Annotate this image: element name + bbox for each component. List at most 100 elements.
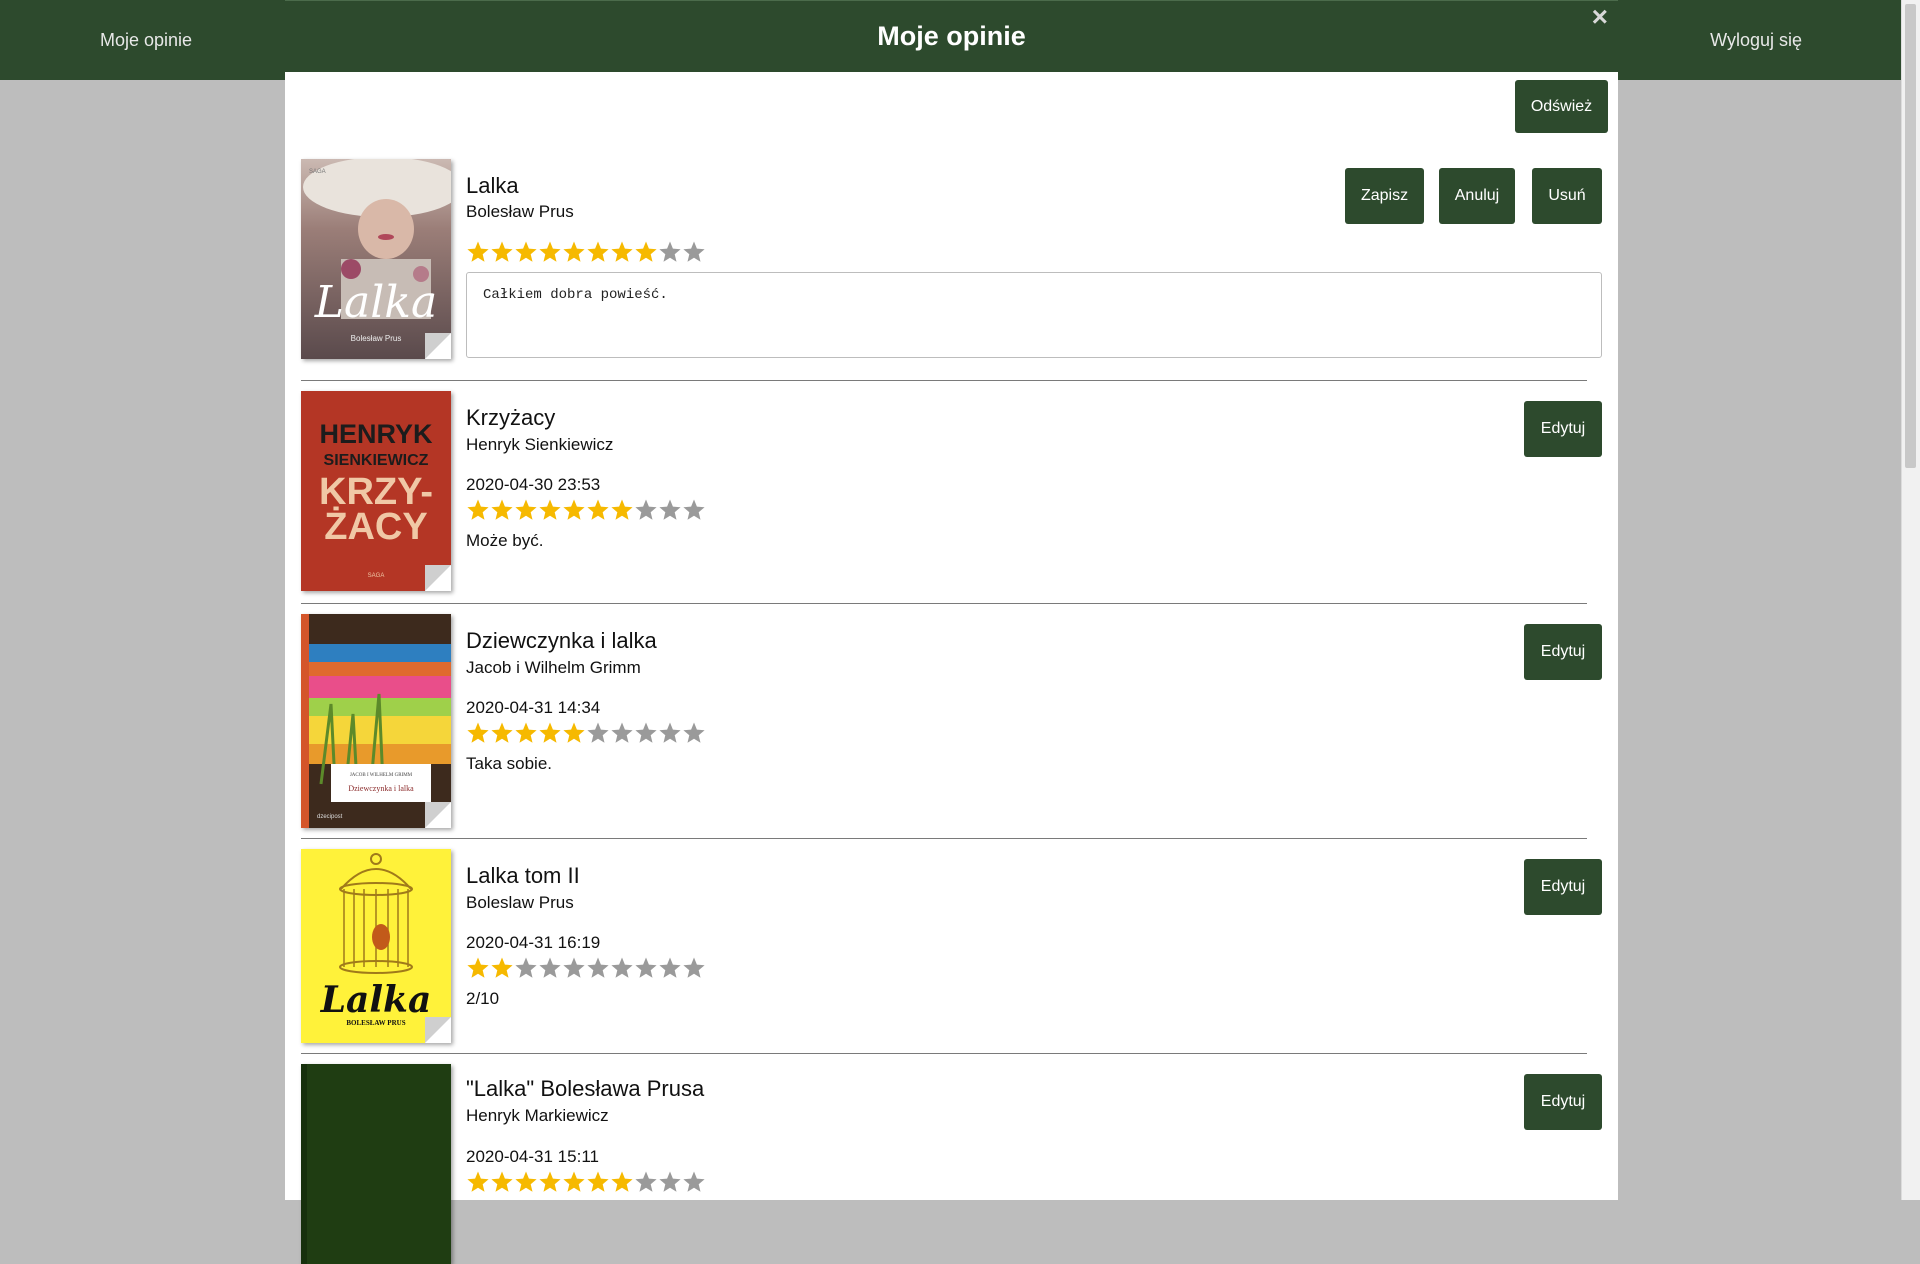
review-text: 2/10 [466,989,500,1008]
star-empty-icon [587,957,609,978]
star-empty-icon[interactable] [658,240,682,264]
close-icon[interactable]: × [1592,3,1608,31]
cover-krzyzacy-image: HENRYK SIENKIEWICZ KRZY- ŻACY SAGA [301,391,451,591]
edit-button[interactable]: Edytuj [1524,401,1602,457]
star-filled-icon[interactable] [562,240,586,264]
star-filled-icon [491,499,513,520]
star-empty-icon [539,957,561,978]
star-rating [466,956,706,982]
book-cover [301,1064,451,1264]
review-item: Lalka BOLESŁAW PRUS tom I Lalka tom II B… [301,839,1602,1054]
book-author: Bolesław Prus [466,202,574,221]
star-empty-icon [659,1171,681,1192]
review-date: 2020-04-31 15:11 [466,1147,599,1166]
star-filled-icon [515,1171,537,1192]
star-filled-icon [515,499,537,520]
svg-text:JACOB I WILHELM GRIMM: JACOB I WILHELM GRIMM [350,773,413,778]
star-empty-icon [635,957,657,978]
star-filled-icon [491,722,513,743]
star-filled-icon [539,499,561,520]
star-filled-icon[interactable] [586,240,610,264]
review-text-input[interactable]: Całkiem dobra powieść. [466,272,1602,358]
star-empty-icon [659,499,681,520]
book-cover: Lalka BOLESŁAW PRUS tom I [301,849,451,1043]
cancel-button[interactable]: Anuluj [1439,168,1515,224]
book-title: Lalka [466,173,519,198]
book-title: "Lalka" Bolesława Prusa [466,1076,705,1101]
star-empty-icon [515,957,537,978]
star-filled-icon [515,722,537,743]
review-date: 2020-04-31 14:34 [466,698,601,717]
cover-markiewicz-image [301,1064,451,1264]
star-filled-icon [563,1171,585,1192]
svg-text:Lalka: Lalka [320,979,432,1021]
star-filled-icon[interactable] [634,240,658,264]
edit-button[interactable]: Edytuj [1524,624,1602,680]
star-filled-icon [467,499,489,520]
book-author: Henryk Markiewicz [466,1106,609,1125]
svg-text:ŻACY: ŻACY [324,506,427,548]
edit-button[interactable]: Edytuj [1524,859,1602,915]
star-filled-icon [563,499,585,520]
star-filled-icon[interactable] [490,240,514,264]
book-author: Jacob i Wilhelm Grimm [466,658,641,677]
nav-my-reviews[interactable]: Moje opinie [100,0,192,80]
svg-text:BOLESŁAW PRUS: BOLESŁAW PRUS [346,1019,405,1027]
book-title: Krzyżacy [466,405,556,430]
svg-text:Dziewczynka i lalka: Dziewczynka i lalka [348,784,414,793]
svg-text:HENRYK: HENRYK [319,419,433,449]
star-filled-icon [539,722,561,743]
star-empty-icon [611,957,633,978]
star-rating [466,721,706,747]
modal-header: Moje opinie × [285,0,1618,72]
star-empty-icon [635,722,657,743]
review-item: "Lalka" Bolesława Prusa Henryk Markiewic… [301,1054,1602,1264]
nav-logout[interactable]: Wyloguj się [1710,0,1802,80]
review-text: Taka sobie. [466,754,552,773]
book-author: Boleslaw Prus [466,893,574,912]
review-item: HENRYK SIENKIEWICZ KRZY- ŻACY SAGA Krzyż… [301,381,1602,604]
star-empty-icon[interactable] [682,240,706,264]
refresh-button[interactable]: Odśwież [1515,80,1608,133]
star-filled-icon [539,1171,561,1192]
save-button[interactable]: Zapisz [1345,168,1424,224]
star-empty-icon [683,1171,705,1192]
svg-text:SAGA: SAGA [368,573,385,579]
star-filled-icon [587,1171,609,1192]
book-author: Henryk Sienkiewicz [466,435,614,454]
star-empty-icon [659,957,681,978]
page-curl [425,1017,451,1043]
book-title: Lalka tom II [466,863,580,888]
cover-lalka-image: Lalka Bolesław Prus SAGA [301,159,451,359]
star-filled-icon [467,1171,489,1192]
star-filled-icon[interactable] [514,240,538,264]
book-cover: Lalka Bolesław Prus SAGA [301,159,451,359]
book-title: Dziewczynka i lalka [466,628,657,653]
page-scrollbar[interactable] [1901,0,1920,1200]
star-filled-icon[interactable] [538,240,562,264]
review-date: 2020-04-31 16:19 [466,933,601,952]
star-filled-icon [611,499,633,520]
star-filled-icon [611,1171,633,1192]
star-filled-icon [467,722,489,743]
scrollbar-thumb[interactable] [1905,4,1916,468]
review-item-editing: Lalka Bolesław Prus SAGA Lalka Bolesław … [301,158,1602,381]
delete-button[interactable]: Usuń [1532,168,1602,224]
star-empty-icon [683,722,705,743]
star-filled-icon [467,957,489,978]
star-rating-input[interactable] [466,240,706,266]
book-cover: JACOB I WILHELM GRIMM Dziewczynka i lalk… [301,614,451,828]
star-rating [466,1170,706,1196]
svg-text:Bolesław Prus: Bolesław Prus [351,334,402,343]
modal-title: Moje opinie [877,21,1026,51]
star-filled-icon[interactable] [610,240,634,264]
star-filled-icon [491,957,513,978]
star-empty-icon [659,722,681,743]
star-filled-icon[interactable] [466,240,490,264]
edit-button[interactable]: Edytuj [1524,1074,1602,1130]
svg-text:SAGA: SAGA [309,169,326,175]
page-curl [425,333,451,359]
cover-dziewczynka-image: JACOB I WILHELM GRIMM Dziewczynka i lalk… [301,614,451,828]
star-empty-icon [563,957,585,978]
star-empty-icon [683,957,705,978]
